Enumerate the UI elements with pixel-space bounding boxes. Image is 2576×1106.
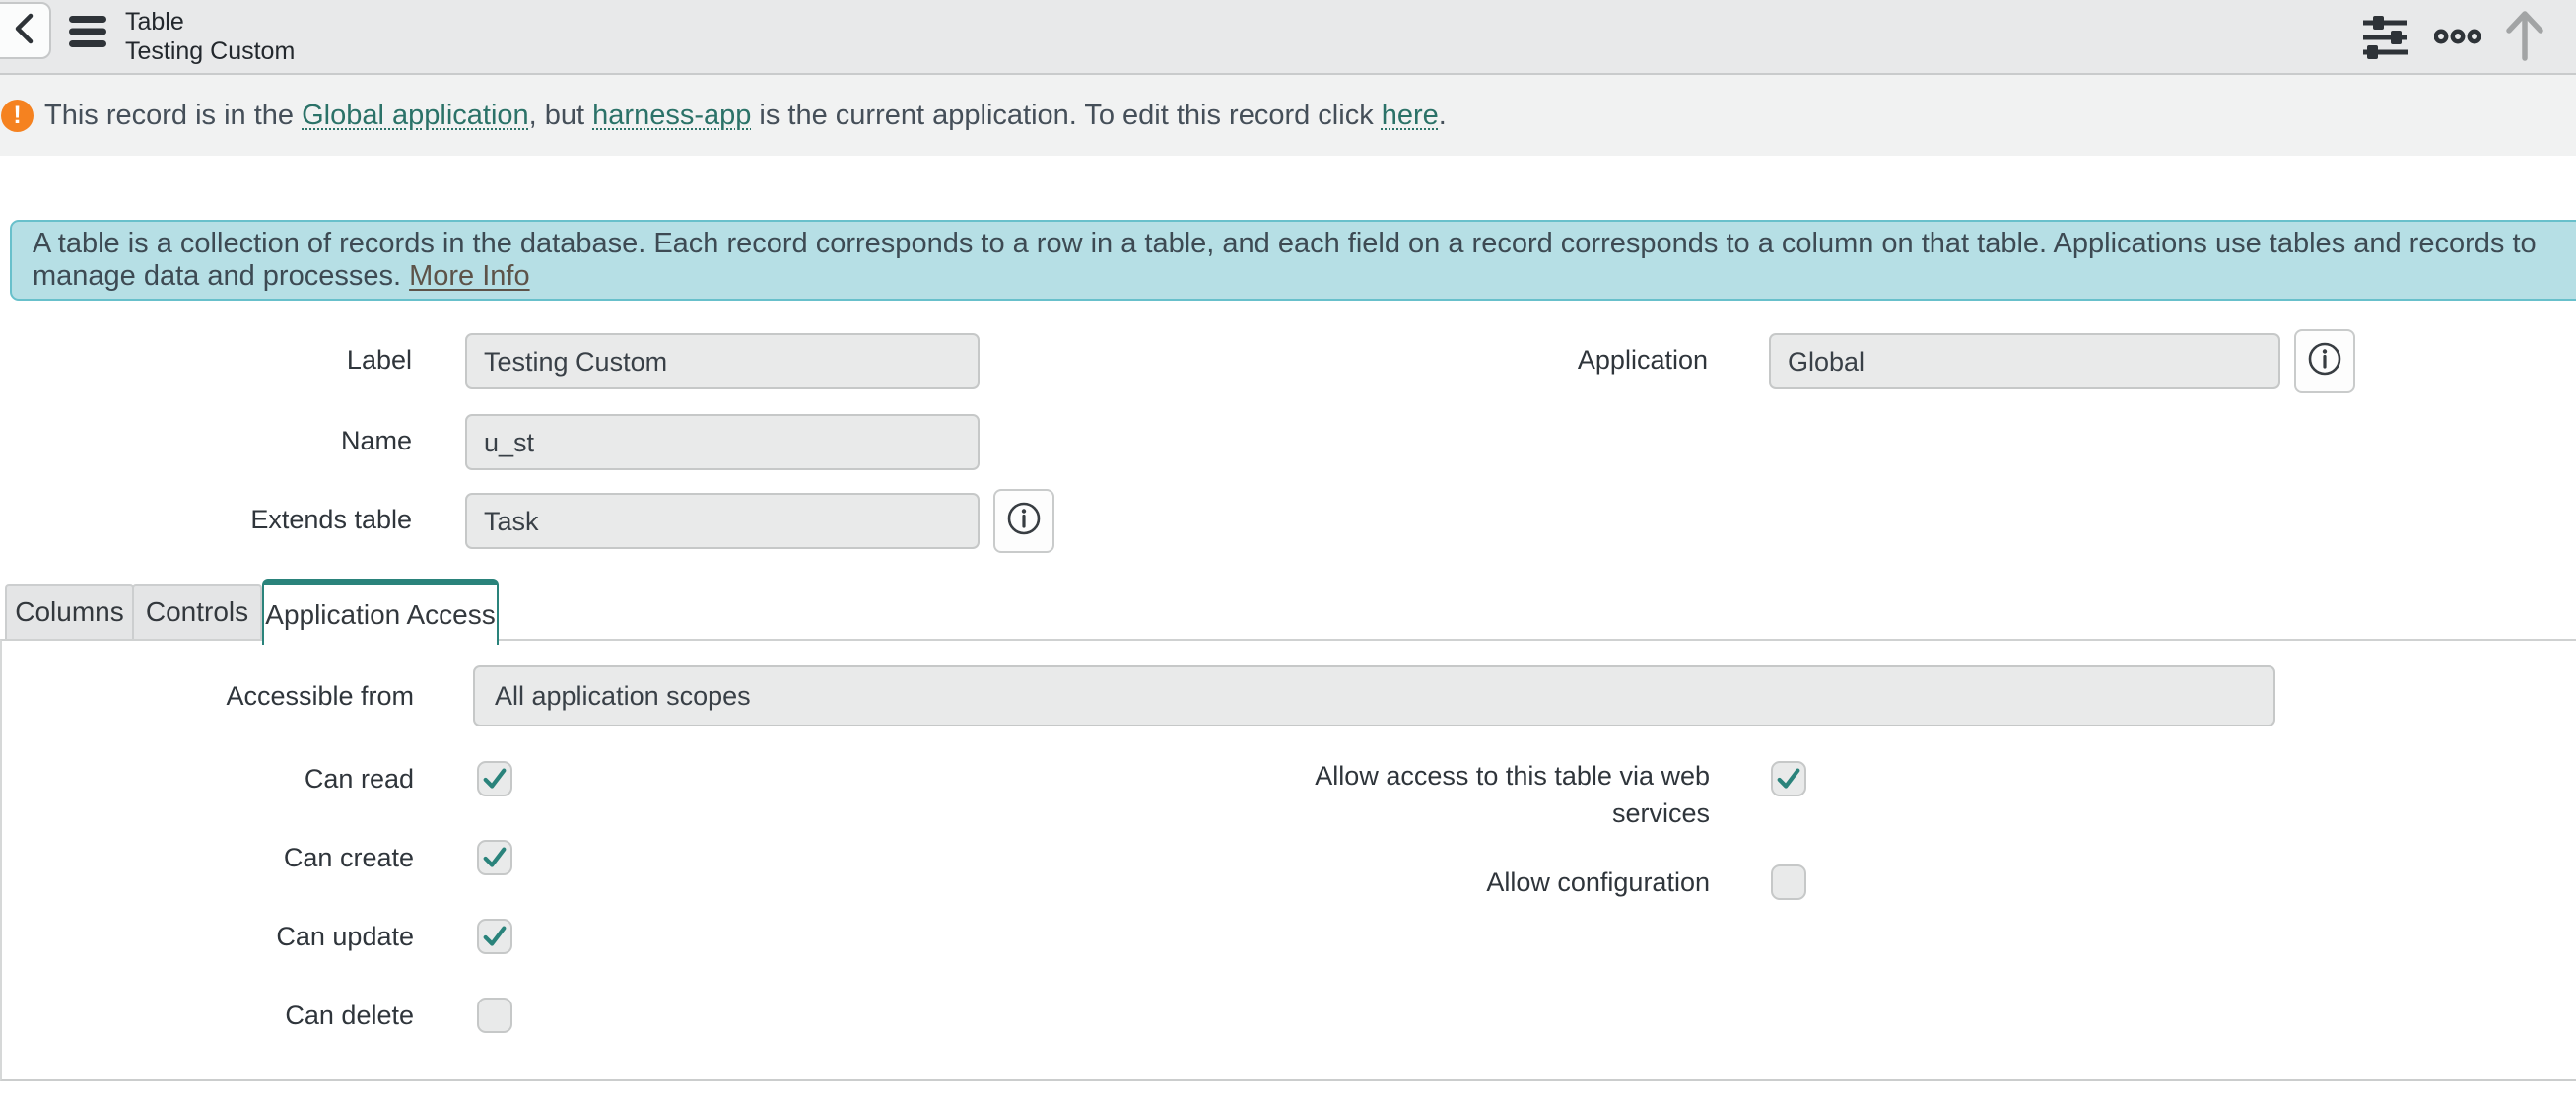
page-title: Table Testing Custom [125,7,295,66]
personalize-form-button[interactable] [2361,13,2410,67]
web-service-access-checkbox[interactable] [1771,761,1806,796]
can-delete-label: Can delete [2,998,414,1033]
allow-configuration-checkbox[interactable] [1771,864,1806,900]
warning-exclamation-icon: ! [1,100,34,132]
info-circle-icon [1006,501,1042,541]
arrow-up-icon [2504,49,2545,66]
header-bar: Table Testing Custom [0,0,2576,75]
name-field-label: Name [0,414,412,470]
accessible-from-select[interactable]: All application scopes [473,665,2275,726]
global-application-link[interactable]: Global application [302,100,529,131]
label-field-label: Label [0,333,412,389]
warning-text-1: This record is in the [44,100,302,131]
checkmark-icon [481,923,508,950]
checkmark-icon [481,844,508,871]
record-name: Testing Custom [125,36,295,66]
more-info-link[interactable]: More Info [409,260,530,292]
back-button[interactable] [0,2,51,59]
more-options-button[interactable] [2434,27,2481,51]
hamburger-menu-icon[interactable] [69,16,106,47]
warning-text-4: . [1439,100,1447,131]
can-create-checkbox[interactable] [477,840,512,875]
web-service-access-label: Allow access to this table via web servi… [1276,757,1710,832]
application-access-panel: Accessible from All application scopes C… [0,639,2576,1081]
tab-columns[interactable]: Columns [5,584,134,639]
warning-text-2: , but [529,100,593,131]
scroll-to-top-button[interactable] [2504,9,2545,67]
table-info-text: A table is a collection of records in th… [33,228,2558,293]
checkmark-icon [1775,765,1802,793]
allow-configuration-label: Allow configuration [1283,864,1710,900]
current-application-link[interactable]: harness-app [592,100,751,131]
table-info-banner: A table is a collection of records in th… [10,220,2576,301]
application-field-label: Application [1281,333,1708,389]
checkmark-icon [481,765,508,793]
scope-warning-text: This record is in the Global application… [44,100,1447,132]
can-update-label: Can update [2,919,414,954]
table-record-page: Table Testing Custom [0,0,2576,1106]
edit-here-link[interactable]: here [1382,100,1439,131]
scope-warning-banner: ! This record is in the Global applicati… [0,75,2576,156]
tab-controls[interactable]: Controls [132,584,262,639]
can-read-checkbox[interactable] [477,761,512,796]
chevron-left-icon [12,11,37,51]
three-dots-icon [2434,34,2481,50]
application-info-button[interactable] [2294,329,2355,393]
extends-table-field-label: Extends table [0,493,412,549]
name-field-input[interactable]: u_st [465,414,980,470]
warning-text-3: is the current application. To edit this… [751,100,1381,131]
can-delete-checkbox[interactable] [477,998,512,1033]
record-type: Table [125,7,295,36]
accessible-from-label: Accessible from [2,665,414,726]
extends-table-field-input[interactable]: Task [465,493,980,549]
application-field-input[interactable]: Global [1769,333,2280,389]
can-create-label: Can create [2,840,414,875]
can-update-checkbox[interactable] [477,919,512,954]
info-circle-icon [2307,341,2342,381]
extends-table-info-button[interactable] [993,489,1054,553]
can-read-label: Can read [2,761,414,796]
tab-application-access[interactable]: Application Access [262,579,499,645]
sliders-icon [2361,49,2410,66]
label-field-input[interactable]: Testing Custom [465,333,980,389]
